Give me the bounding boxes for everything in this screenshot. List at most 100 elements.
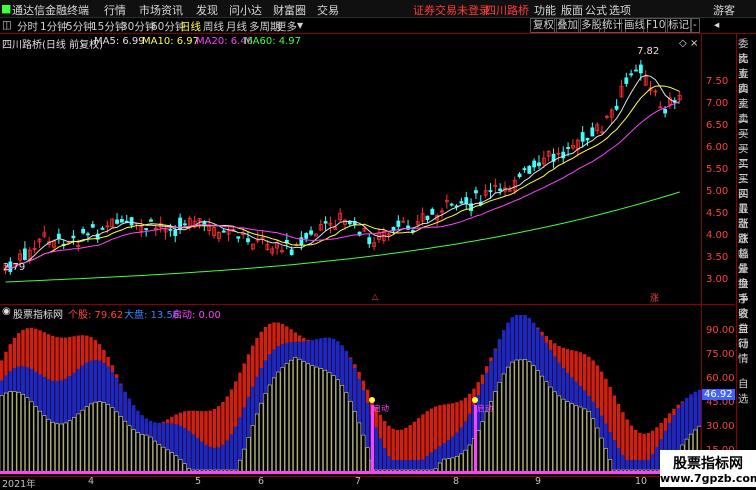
price-tick: 3.50 — [706, 252, 729, 263]
period-weekly[interactable]: 周线 — [203, 19, 224, 34]
kline-panel[interactable]: 四川路桥(日线 前复权) MA5: 6.99 MA10: 6.97 MA20: … — [0, 34, 735, 304]
ma5-label: MA5: 6.99 — [94, 36, 145, 47]
candle — [537, 162, 541, 167]
indicator-bar-yellow — [608, 459, 613, 474]
candle — [580, 132, 585, 142]
close-icon[interactable]: × — [690, 38, 698, 49]
candle — [464, 197, 469, 205]
price-tick: 3.00 — [706, 274, 729, 285]
date-tick: 10 — [635, 476, 648, 487]
indicator-bar-yellow — [25, 397, 30, 474]
period-fenshi[interactable]: 分时 — [17, 19, 38, 34]
candle — [100, 227, 105, 230]
indicator-bar-yellow — [114, 411, 119, 474]
menu-item-zixun[interactable]: 资讯 — [161, 2, 183, 18]
price-tick: 4.50 — [706, 208, 729, 219]
indicator-bar-yellow — [454, 456, 459, 474]
tool-minus[interactable]: - — [690, 18, 700, 33]
indicator-bar-yellow — [76, 413, 81, 474]
candle — [86, 233, 90, 236]
quote-label[interactable]: 自选 — [738, 376, 756, 406]
tool-biaoji[interactable]: 标记 — [665, 18, 692, 33]
menu-item-xuanxiang[interactable]: 选项 — [609, 2, 631, 18]
indicator-bar-yellow — [0, 395, 4, 474]
login-warning[interactable]: 证券交易未登录 — [413, 2, 490, 18]
period-5min[interactable]: 5分钟 — [66, 19, 94, 34]
user-label[interactable]: 游客 — [713, 2, 735, 18]
indicator-bar-yellow — [446, 458, 451, 474]
dropdown-icon[interactable]: ▼ — [297, 21, 303, 30]
layout-icon[interactable]: ◫ — [2, 19, 12, 31]
indicator-bar-yellow — [118, 416, 123, 474]
indicator-bar-yellow — [3, 392, 9, 474]
kline-chart[interactable] — [0, 34, 735, 304]
tool-fuquan[interactable]: 复权 — [530, 18, 557, 33]
menu-item-gongneng[interactable]: 功能 — [534, 2, 556, 18]
date-tick: 5 — [195, 476, 202, 487]
indicator-bar-yellow — [84, 406, 89, 474]
period-more[interactable]: 更多 — [276, 19, 297, 34]
candle — [522, 168, 527, 171]
period-daily[interactable]: 日线 — [180, 19, 201, 34]
indicator-bar-yellow — [518, 359, 523, 474]
menu-item-caifuquan[interactable]: 财富圈 — [273, 2, 306, 18]
indicator-chart[interactable] — [0, 305, 702, 477]
candle — [532, 160, 537, 168]
indicator-bar-yellow — [157, 444, 162, 474]
indicator-bar-yellow — [135, 432, 140, 474]
indicator-bar-yellow — [89, 403, 94, 474]
quote-label[interactable]: 行情 — [738, 336, 756, 366]
date-tick: 6 — [258, 476, 265, 487]
indicator-bar-yellow — [365, 447, 370, 474]
indicator-bar-blue — [374, 427, 378, 473]
indicator-bar-yellow — [63, 422, 68, 474]
date-tick: 7 — [355, 476, 362, 487]
indicator-bar-yellow — [110, 407, 115, 474]
indicator-bar-yellow — [106, 404, 111, 474]
indicator-bar-yellow — [59, 423, 64, 474]
indicator-bar-yellow — [344, 392, 349, 474]
indicator-bar-yellow — [101, 402, 106, 474]
menu-item-jiaoyi[interactable]: 交易 — [317, 2, 339, 18]
indicator-dropdown-icon[interactable]: ◉ — [2, 306, 11, 317]
indicator-bar-yellow — [97, 401, 102, 474]
menu-item-hangqing[interactable]: 行情 — [104, 2, 126, 18]
indicator-bar-yellow — [314, 366, 319, 474]
candle — [168, 228, 173, 231]
candle — [129, 217, 134, 226]
indicator-bar-yellow — [250, 425, 255, 474]
indicator-title[interactable]: 股票指标网 — [13, 306, 63, 321]
indicator-bar-yellow — [271, 377, 277, 474]
indicator-bar-yellow — [318, 368, 323, 474]
indicator-bar-yellow — [510, 361, 515, 474]
candle — [115, 219, 119, 224]
indicator-bar-yellow — [476, 430, 481, 474]
indicator-bar-yellow — [484, 411, 489, 474]
tool-diejia[interactable]: 叠加 — [554, 18, 581, 33]
collapse-icon[interactable]: ◂ — [714, 19, 719, 31]
menu-item-banmian[interactable]: 版面 — [561, 2, 583, 18]
indicator-bar-yellow — [12, 390, 17, 474]
indicator-bar-yellow — [280, 366, 285, 474]
event-mark-1[interactable]: △ — [372, 292, 378, 301]
indicator-bar-yellow — [578, 406, 583, 474]
menu-item-wenxiaoda[interactable]: 问小达 — [229, 2, 262, 18]
indicator-panel[interactable]: ◉ 股票指标网 个股: 79.62 大盘: 13.56 启动: 0.00 启动 … — [0, 304, 735, 477]
event-mark-2[interactable]: 涨 — [650, 291, 659, 304]
indicator-bar-yellow — [514, 359, 519, 474]
menu-item-faxian[interactable]: 发现 — [196, 2, 218, 18]
indicator-bar-yellow — [72, 417, 77, 474]
indicator-bar-yellow — [586, 411, 591, 474]
period-1min[interactable]: 1分钟 — [40, 19, 68, 34]
indicator-bar-yellow — [505, 366, 511, 474]
indicator-bar-yellow — [591, 418, 596, 474]
price-tick: 4.00 — [706, 230, 729, 241]
indicator-bar-yellow — [552, 391, 557, 474]
period-monthly[interactable]: 月线 — [226, 19, 247, 34]
indicator-bar-yellow — [140, 434, 145, 474]
menu-item-shichang[interactable]: 市场 — [139, 2, 161, 18]
ma-line-20 — [5, 100, 680, 269]
menu-item-gongshi[interactable]: 公式 — [585, 2, 607, 18]
settings-icon[interactable]: ◇ — [679, 38, 687, 49]
candle — [459, 201, 464, 204]
